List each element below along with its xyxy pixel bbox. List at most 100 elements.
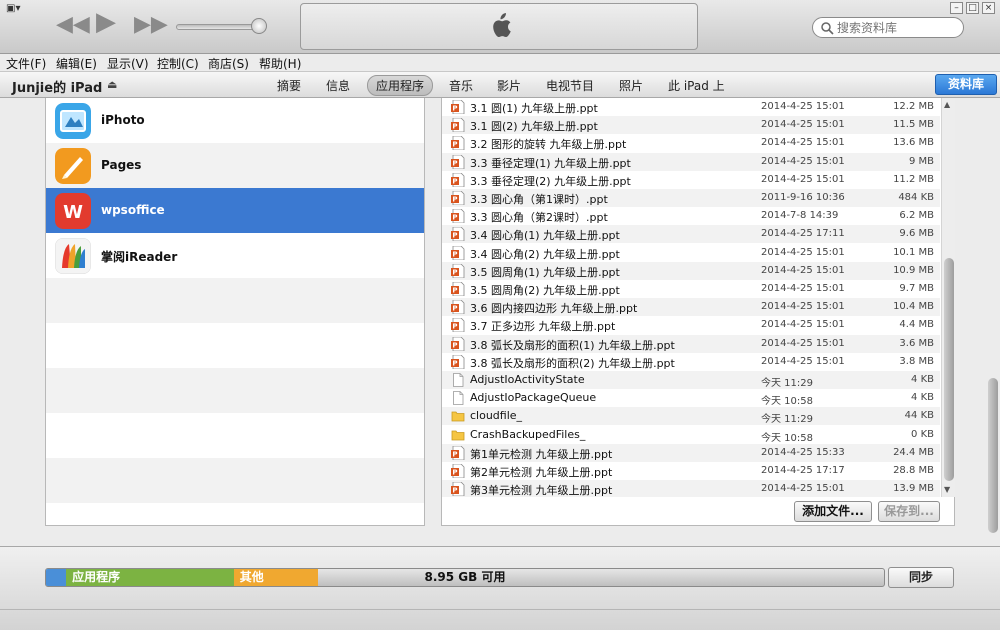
search-icon: [821, 22, 834, 35]
tab-music[interactable]: 音乐: [449, 77, 473, 94]
file-row[interactable]: P 3.5 圆周角(1) 九年级上册.ppt 2014-4-25 15:01 10.9…: [442, 261, 940, 280]
svg-text:P: P: [452, 305, 457, 313]
file-size: 12.2 MB: [893, 101, 934, 112]
next-track-icon[interactable]: ▶▶: [134, 14, 168, 36]
menu-controls[interactable]: 控制(C): [157, 55, 199, 72]
save-to-button[interactable]: 保存到...: [878, 501, 940, 522]
library-button[interactable]: 资料库: [935, 74, 997, 95]
file-name: 3.3 圆心角（第2课时）.ppt: [470, 211, 608, 225]
svg-text:P: P: [452, 359, 457, 367]
file-row[interactable]: AdjustIoActivityState 今天 11:29 4 KB: [442, 371, 940, 389]
window-menu-icon[interactable]: ▣▾: [6, 3, 28, 15]
menu-file[interactable]: 文件(F): [6, 55, 46, 72]
file-row[interactable]: P 3.2 图形的旋转 九年级上册.ppt 2014-4-25 15:01 13.6 …: [442, 134, 940, 152]
file-name: 3.6 圆内接四边形 九年级上册.ppt: [470, 302, 638, 316]
file-row[interactable]: P 3.4 圆心角(1) 九年级上册.ppt 2014-4-25 17:11 9.6 …: [442, 225, 940, 244]
file-row[interactable]: P 3.3 圆心角（第1课时）.ppt 2011-9-16 10:36 484 KB: [442, 189, 940, 207]
ppt-file-icon: P: [451, 445, 465, 460]
menu-store[interactable]: 商店(S): [208, 55, 249, 72]
tab-photos[interactable]: 照片: [619, 77, 643, 94]
file-date: 今天 11:29: [761, 378, 813, 389]
file-row[interactable]: P 第2单元检测 九年级上册.ppt 2014-4-25 17:17 28.8 MB: [442, 462, 940, 480]
bottom-bar: 其他 应用程序 8.95 GB 可用 同步: [0, 546, 1000, 630]
file-row[interactable]: P 3.3 圆心角（第2课时）.ppt 2014-7-8 14:39 6.2 MB: [442, 207, 940, 225]
apple-logo-icon: [493, 13, 511, 37]
tab-summary[interactable]: 摘要: [277, 77, 301, 94]
file-list: P 3.1 圆(1) 九年级上册.ppt 2014-4-25 15:01 12.2 M…: [442, 98, 940, 497]
svg-text:P: P: [452, 268, 457, 276]
menu-edit[interactable]: 编辑(E): [56, 55, 97, 72]
app-row-iphoto[interactable]: iPhoto: [46, 98, 424, 143]
file-row[interactable]: P 3.5 圆周角(2) 九年级上册.ppt 2014-4-25 15:01 9.7 …: [442, 280, 940, 298]
file-row[interactable]: AdjustIoPackageQueue 今天 10:58 4 KB: [442, 389, 940, 407]
file-size: 28.8 MB: [893, 465, 934, 476]
search-input[interactable]: [837, 19, 959, 36]
file-row[interactable]: P 第1单元检测 九年级上册.ppt 2014-4-25 15:33 24.4 MB: [442, 443, 940, 462]
menu-view[interactable]: 显示(V): [107, 55, 149, 72]
file-row[interactable]: P 第3单元检测 九年级上册.ppt 2014-4-25 15:01 13.9 MB: [442, 480, 940, 497]
tab-apps[interactable]: 应用程序: [367, 75, 434, 96]
app-row-empty: [46, 278, 424, 323]
app-row-ireader[interactable]: 掌阅iReader: [46, 233, 424, 278]
maximize-button[interactable]: □: [966, 2, 979, 14]
file-name: AdjustIoActivityState: [470, 373, 585, 386]
file-name: 3.7 正多边形 九年级上册.ppt: [470, 320, 616, 334]
file-row[interactable]: P 3.8 弧长及扇形的面积(2) 九年级上册.ppt 2014-4-25 15:0…: [442, 353, 940, 371]
file-row[interactable]: cloudfile_ 今天 11:29 44 KB: [442, 407, 940, 426]
tab-on-this-ipad[interactable]: 此 iPad 上: [668, 77, 725, 94]
menu-help[interactable]: 帮助(H): [259, 55, 301, 72]
file-row[interactable]: P 3.7 正多边形 九年级上册.ppt 2014-4-25 15:01 4.4 MB: [442, 316, 940, 334]
file-name: cloudfile_: [470, 409, 523, 423]
main-scroll-thumb[interactable]: [988, 378, 998, 533]
file-row[interactable]: P 3.3 垂径定理(1) 九年级上册.ppt 2014-4-25 15:01 9 M…: [442, 152, 940, 171]
file-list-scrollbar[interactable]: ▲ ▼: [941, 98, 955, 497]
tab-tv-shows[interactable]: 电视节目: [546, 77, 594, 94]
ppt-file-icon: P: [451, 172, 465, 187]
itunes-window: ▣▾ ◀◀ ▶ ▶▶ – □ × 文件(F) 编辑(E) 显示(V) 控制(C)…: [0, 0, 1000, 630]
previous-track-icon[interactable]: ◀◀: [56, 14, 90, 36]
file-row[interactable]: P 3.8 弧长及扇形的面积(1) 九年级上册.ppt 2014-4-25 15:0…: [442, 334, 940, 353]
scroll-thumb[interactable]: [944, 258, 954, 481]
scroll-down-icon[interactable]: ▼: [944, 485, 950, 494]
file-row[interactable]: P 3.1 圆(2) 九年级上册.ppt 2014-4-25 15:01 11.5 M…: [442, 116, 940, 135]
pages-icon: [55, 148, 91, 184]
file-date: 2014-4-25 15:01: [761, 337, 845, 349]
eject-icon[interactable]: ⏏: [107, 78, 117, 91]
file-size: 10.9 MB: [893, 264, 934, 276]
app-row-empty: [46, 458, 424, 503]
add-file-button[interactable]: 添加文件...: [794, 501, 872, 522]
ppt-file-icon: P: [451, 336, 465, 351]
file-date: 今天 10:58: [761, 396, 813, 408]
sync-button[interactable]: 同步: [888, 567, 954, 588]
app-row-wpsoffice[interactable]: W wpsoffice: [46, 188, 424, 233]
file-date: 2014-4-25 15:01: [761, 246, 845, 258]
search-box[interactable]: [812, 17, 964, 38]
file-size: 4.4 MB: [899, 319, 934, 331]
folder-icon: [451, 430, 465, 440]
folder-icon: [451, 411, 465, 422]
ppt-file-icon: P: [451, 136, 465, 151]
file-row[interactable]: CrashBackupedFiles_ 今天 10:58 0 KB: [442, 426, 940, 444]
file-date: 今天 11:29: [761, 414, 813, 426]
file-row[interactable]: P 3.4 圆心角(2) 九年级上册.ppt 2014-4-25 15:01 10.1…: [442, 244, 940, 262]
app-row-pages[interactable]: Pages: [46, 143, 424, 188]
file-name: 3.4 圆心角(1) 九年级上册.ppt: [470, 229, 620, 243]
file-row[interactable]: P 3.3 垂径定理(2) 九年级上册.ppt 2014-4-25 15:01 11.…: [442, 171, 940, 189]
svg-text:P: P: [452, 323, 457, 331]
tab-movies[interactable]: 影片: [497, 77, 521, 94]
toolbar: ▣▾ ◀◀ ▶ ▶▶ – □ ×: [0, 0, 1000, 54]
play-icon[interactable]: ▶: [96, 9, 116, 35]
app-name: Pages: [101, 158, 142, 172]
tab-info[interactable]: 信息: [326, 77, 350, 94]
file-row[interactable]: P 3.1 圆(1) 九年级上册.ppt 2014-4-25 15:01 12.2 M…: [442, 98, 940, 116]
volume-knob[interactable]: [251, 18, 267, 34]
main-scrollbar[interactable]: [986, 98, 998, 538]
menu-bar: 文件(F) 编辑(E) 显示(V) 控制(C) 商店(S) 帮助(H): [0, 54, 1000, 72]
file-row[interactable]: P 3.6 圆内接四边形 九年级上册.ppt 2014-4-25 15:01 10.4…: [442, 298, 940, 317]
scroll-up-icon[interactable]: ▲: [944, 100, 950, 109]
file-size: 4 KB: [911, 392, 934, 404]
minimize-button[interactable]: –: [950, 2, 963, 14]
file-size: 11.2 MB: [893, 173, 934, 185]
close-button[interactable]: ×: [982, 2, 995, 14]
device-name[interactable]: Junjie的 iPad: [12, 77, 102, 96]
